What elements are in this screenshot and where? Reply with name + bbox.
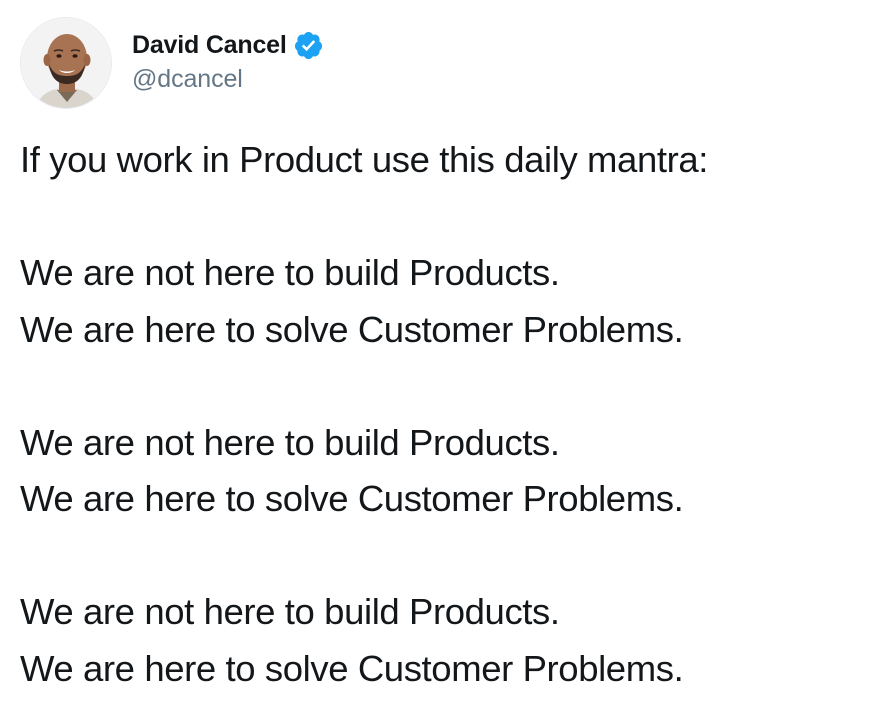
verified-badge-icon (293, 30, 324, 61)
avatar[interactable] (20, 17, 112, 109)
tweet-text-line: We are here to solve Customer Problems. (20, 647, 684, 689)
display-name[interactable]: David Cancel (132, 31, 287, 60)
handle[interactable]: @dcancel (132, 65, 324, 94)
tweet-text-line: If you work in Product use this daily ma… (20, 139, 708, 180)
author-info: David Cancel @dcancel (132, 29, 324, 94)
name-row: David Cancel (132, 29, 324, 63)
tweet-text-line: We are not here to build Products. (20, 591, 560, 632)
tweet-text: If you work in Product use this daily ma… (20, 132, 880, 697)
tweet-text-line: We are not here to build Products. (20, 421, 560, 463)
tweet-text-line: We are here to solve Customer Problems. (20, 478, 684, 519)
tweet-text-line: We are not here to build Products. (20, 252, 560, 293)
avatar-image (21, 18, 111, 108)
tweet-header: David Cancel @dcancel (20, 16, 324, 110)
tweet-text-line: We are here to solve Customer Problems. (20, 308, 684, 350)
